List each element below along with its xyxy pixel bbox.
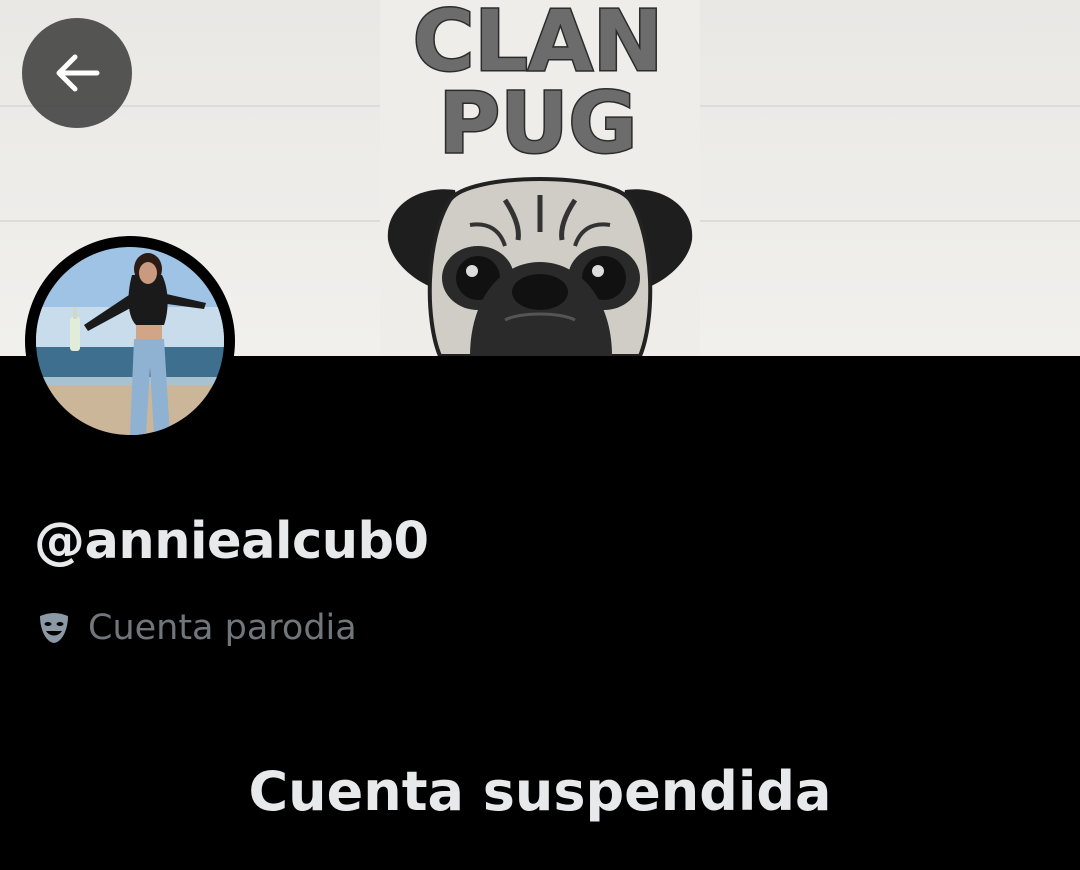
avatar[interactable]	[25, 236, 235, 446]
avatar-image	[36, 247, 224, 435]
parody-badge: Cuenta parodia	[36, 608, 357, 648]
arrow-left-icon	[56, 54, 100, 92]
profile-page: CLAN PUG @anniealcub0 Cuenta parodia Cue…	[0, 0, 1080, 870]
suspended-message: Cuenta suspendida	[248, 760, 832, 823]
back-button[interactable]	[22, 18, 132, 128]
banner-line2: PUG	[439, 74, 638, 172]
profile-handle: @anniealcub0	[34, 512, 429, 571]
theater-masks-icon	[40, 613, 68, 643]
parody-label: Cuenta parodia	[88, 608, 357, 648]
pug-logo	[387, 177, 693, 356]
